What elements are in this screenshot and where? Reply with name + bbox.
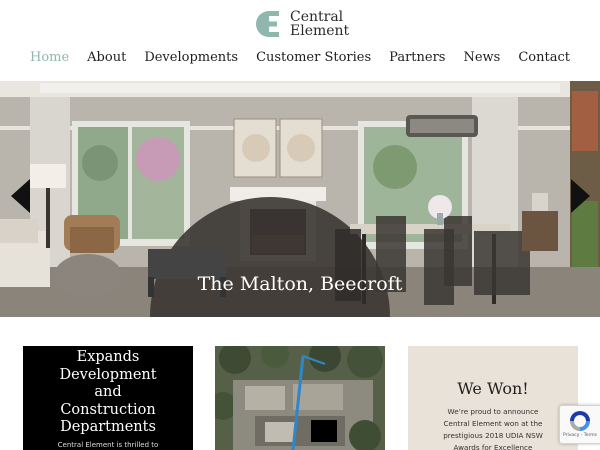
logo-line-2: Element	[290, 23, 350, 39]
card-body-line: prestigious 2018 UDIA NSW	[443, 431, 543, 440]
logo-mark-icon	[254, 9, 284, 39]
recaptcha-icon	[570, 411, 590, 431]
recaptcha-badge[interactable]: Privacy - Terms	[559, 405, 600, 444]
card-title-line: Expands	[76, 349, 140, 365]
card-body: Central Element is thrilled to	[57, 440, 159, 449]
logo-text: Central Element	[290, 10, 349, 38]
nav-developments[interactable]: Developments	[144, 50, 238, 65]
card-body-line: Central Element won at the	[443, 419, 543, 428]
main-nav: Home About Developments Customer Stories…	[0, 50, 600, 65]
card-body-line: Awards for Excellence	[453, 443, 533, 450]
nav-partners[interactable]: Partners	[389, 50, 445, 65]
logo-line-1: Central	[290, 9, 344, 25]
site-header: Central Element Home About Developments …	[0, 0, 600, 80]
news-card-expands[interactable]: Expands Development and Construction Dep…	[23, 346, 193, 450]
construction-site-image	[215, 346, 385, 450]
arrow-right-icon[interactable]	[571, 179, 590, 213]
nav-contact[interactable]: Contact	[518, 50, 570, 65]
card-body: We’re proud to announce Central Element …	[408, 406, 578, 450]
nav-customer-stories[interactable]: Customer Stories	[256, 50, 371, 65]
hero-caption: The Malton, Beecroft	[197, 273, 403, 295]
nav-news[interactable]: News	[463, 50, 500, 65]
card-title: We Won!	[457, 379, 529, 398]
site-logo[interactable]: Central Element	[254, 9, 349, 39]
hero-slider: The Malton, Beecroft	[0, 81, 600, 317]
card-title-line: Construction	[60, 401, 156, 418]
card-title-line: Development	[59, 366, 157, 383]
news-cards: Expands Development and Construction Dep…	[0, 346, 600, 450]
arrow-left-icon[interactable]	[11, 179, 30, 213]
news-card-construction[interactable]	[215, 346, 385, 450]
nav-home[interactable]: Home	[30, 50, 69, 65]
card-title-line: Departments	[60, 419, 156, 435]
news-card-we-won[interactable]: We Won! We’re proud to announce Central …	[408, 346, 578, 450]
card-title: Expands Development and Construction Dep…	[23, 346, 193, 437]
nav-about[interactable]: About	[87, 50, 126, 65]
card-body-line: We’re proud to announce	[447, 407, 539, 416]
card-title-line: and	[94, 384, 122, 400]
recaptcha-label[interactable]: Privacy - Terms	[563, 433, 597, 438]
